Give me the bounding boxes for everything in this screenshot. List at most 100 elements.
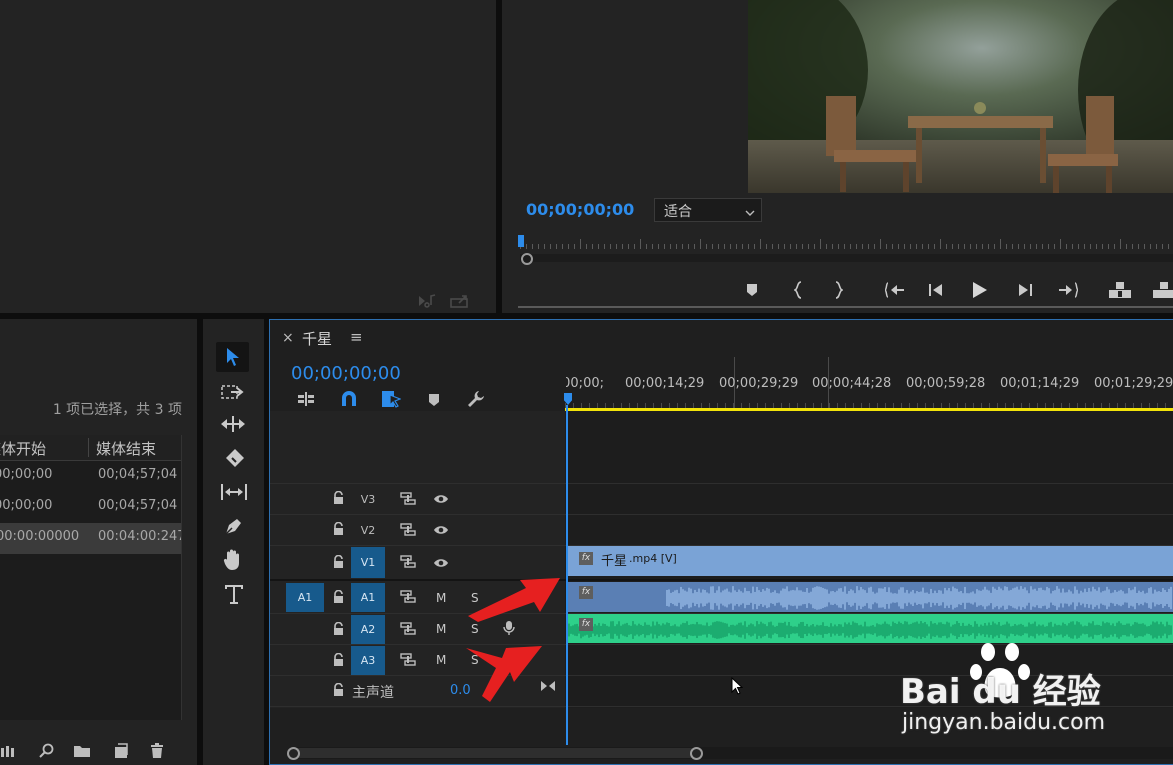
audio-clip-a2[interactable]: fx <box>567 614 1173 643</box>
eye-icon[interactable] <box>433 557 449 569</box>
go-to-out-icon[interactable] <box>1058 282 1078 298</box>
razor-tool[interactable] <box>223 448 245 470</box>
track-target-v3[interactable]: V3 <box>351 485 385 513</box>
timeline-scroll-thumb[interactable] <box>292 748 696 758</box>
play-icon[interactable] <box>972 281 988 299</box>
lock-icon[interactable] <box>333 622 344 636</box>
trash-icon[interactable] <box>150 743 164 759</box>
sync-lock-icon[interactable] <box>400 492 416 506</box>
snap-magnet-icon[interactable] <box>340 390 358 408</box>
find-icon[interactable] <box>38 743 54 759</box>
timeline-tab-sequence[interactable]: 千星 <box>302 328 332 349</box>
extract-icon[interactable] <box>1152 281 1173 299</box>
add-marker-icon[interactable] <box>746 283 758 297</box>
lock-icon[interactable] <box>333 491 344 505</box>
lock-icon[interactable] <box>333 683 344 697</box>
mark-in-icon[interactable] <box>794 281 804 299</box>
timeline-panel-menu-icon[interactable]: ≡ <box>350 328 363 346</box>
new-item-icon[interactable] <box>114 743 128 759</box>
list-item-start: 00;00;00 <box>0 467 53 482</box>
ruler-label: 00;00;59;28 <box>906 376 986 391</box>
list-item[interactable]: 00;00;00 00;04;57;04 <box>0 461 181 492</box>
fit-dropdown[interactable]: 适合 <box>654 198 762 222</box>
export-frame-icon[interactable] <box>450 294 470 308</box>
nest-sequence-icon[interactable] <box>296 391 316 407</box>
linked-selection-icon[interactable] <box>381 390 401 408</box>
sync-lock-icon[interactable] <box>400 622 416 636</box>
fx-badge[interactable]: fx <box>579 586 593 599</box>
mute-button-a1[interactable]: M <box>436 591 446 605</box>
video-clip[interactable]: fx 千星 .mp4 [V] <box>567 546 1173 576</box>
timeline-add-marker-icon[interactable] <box>428 393 440 407</box>
program-mini-ruler[interactable] <box>520 236 1173 250</box>
mute-button-a2[interactable]: M <box>436 622 446 636</box>
source-monitor-panel <box>0 0 496 313</box>
list-item-selected[interactable]: 00:00:00000 00:04:00:247 <box>0 523 181 554</box>
video-audio-divider[interactable] <box>270 579 1173 581</box>
lift-icon[interactable] <box>1108 281 1132 299</box>
track-separator <box>270 483 1173 484</box>
lock-icon[interactable] <box>333 522 344 536</box>
column-header-media-start[interactable]: 媒体开始 <box>0 438 46 459</box>
ruler-label: 00;00;44;28 <box>812 376 892 391</box>
master-track-label: 主声道 <box>352 685 394 701</box>
timeline-tab-close[interactable]: × <box>282 330 294 346</box>
program-scroll-handle[interactable] <box>521 253 533 265</box>
ripple-edit-tool[interactable] <box>220 415 246 433</box>
project-panel: 1 项已选择，共 3 项 媒体开始 媒体结束 00;00;00 00;04;57… <box>0 319 197 765</box>
track-target-v1[interactable]: V1 <box>351 547 385 578</box>
lock-icon[interactable] <box>333 555 344 569</box>
tools-panel <box>203 319 264 765</box>
audio-clip-a1[interactable]: fx <box>567 582 1173 612</box>
track-select-tool[interactable] <box>221 383 245 401</box>
sync-lock-icon[interactable] <box>400 555 416 569</box>
eye-icon[interactable] <box>433 524 449 536</box>
mute-button-a3[interactable]: M <box>436 653 446 667</box>
sync-lock-icon[interactable] <box>400 590 416 604</box>
track-target-v2[interactable]: V2 <box>351 516 385 544</box>
fit-dropdown-label: 适合 <box>664 204 692 220</box>
watermark: Bai du 经验 jingyan.baidu.com <box>900 640 1130 740</box>
step-forward-icon[interactable] <box>1017 283 1033 297</box>
new-bin-icon[interactable] <box>73 744 91 758</box>
timeline-timecode[interactable]: 00;00;00;00 <box>291 363 401 384</box>
lock-icon[interactable] <box>333 590 344 604</box>
track-label-a3: A3 <box>360 654 376 667</box>
sync-lock-icon[interactable] <box>400 653 416 667</box>
list-item-start: 00;00;00 <box>0 498 53 513</box>
go-to-in-icon[interactable] <box>885 282 905 298</box>
track-target-a3[interactable]: A3 <box>351 646 385 675</box>
scroll-handle-left[interactable] <box>287 747 300 760</box>
freeform-view-icon[interactable] <box>0 744 18 758</box>
pen-tool[interactable] <box>223 515 245 537</box>
track-separator <box>270 514 1173 515</box>
program-timecode[interactable]: 00;00;00;00 <box>526 200 634 219</box>
fx-badge[interactable]: fx <box>579 618 593 631</box>
ruler-label: 00;01;29;29 <box>1094 376 1173 391</box>
selection-tool[interactable] <box>216 342 249 372</box>
export-audio-icon[interactable] <box>418 294 436 308</box>
wrench-icon[interactable] <box>467 390 485 408</box>
lock-icon[interactable] <box>333 653 344 667</box>
selection-status: 1 项已选择，共 3 项 <box>52 402 182 418</box>
source-patch-a1[interactable]: A1 <box>286 583 324 612</box>
timeline-playhead-line[interactable] <box>566 405 568 745</box>
slip-tool[interactable] <box>220 483 248 501</box>
type-tool[interactable] <box>224 583 244 605</box>
track-target-a2[interactable]: A2 <box>351 615 385 644</box>
hand-tool[interactable] <box>223 549 243 571</box>
step-back-icon[interactable] <box>928 283 944 297</box>
program-monitor-panel: 00;00;00;00 适合 <box>502 0 1173 313</box>
list-item[interactable]: 00;00;00 00;04;57;04 <box>0 492 181 523</box>
ruler-label: 00;00;29;29 <box>719 376 799 391</box>
mark-out-icon[interactable] <box>833 281 843 299</box>
scroll-handle-right[interactable] <box>690 747 703 760</box>
sync-lock-icon[interactable] <box>400 523 416 537</box>
eye-icon[interactable] <box>433 493 449 505</box>
fx-badge[interactable]: fx <box>579 552 593 565</box>
column-divider[interactable] <box>88 438 89 457</box>
program-playhead[interactable] <box>518 235 524 247</box>
column-header-media-end[interactable]: 媒体结束 <box>96 438 156 459</box>
program-scroll-track[interactable] <box>520 254 1173 262</box>
track-target-a1[interactable]: A1 <box>351 583 385 612</box>
